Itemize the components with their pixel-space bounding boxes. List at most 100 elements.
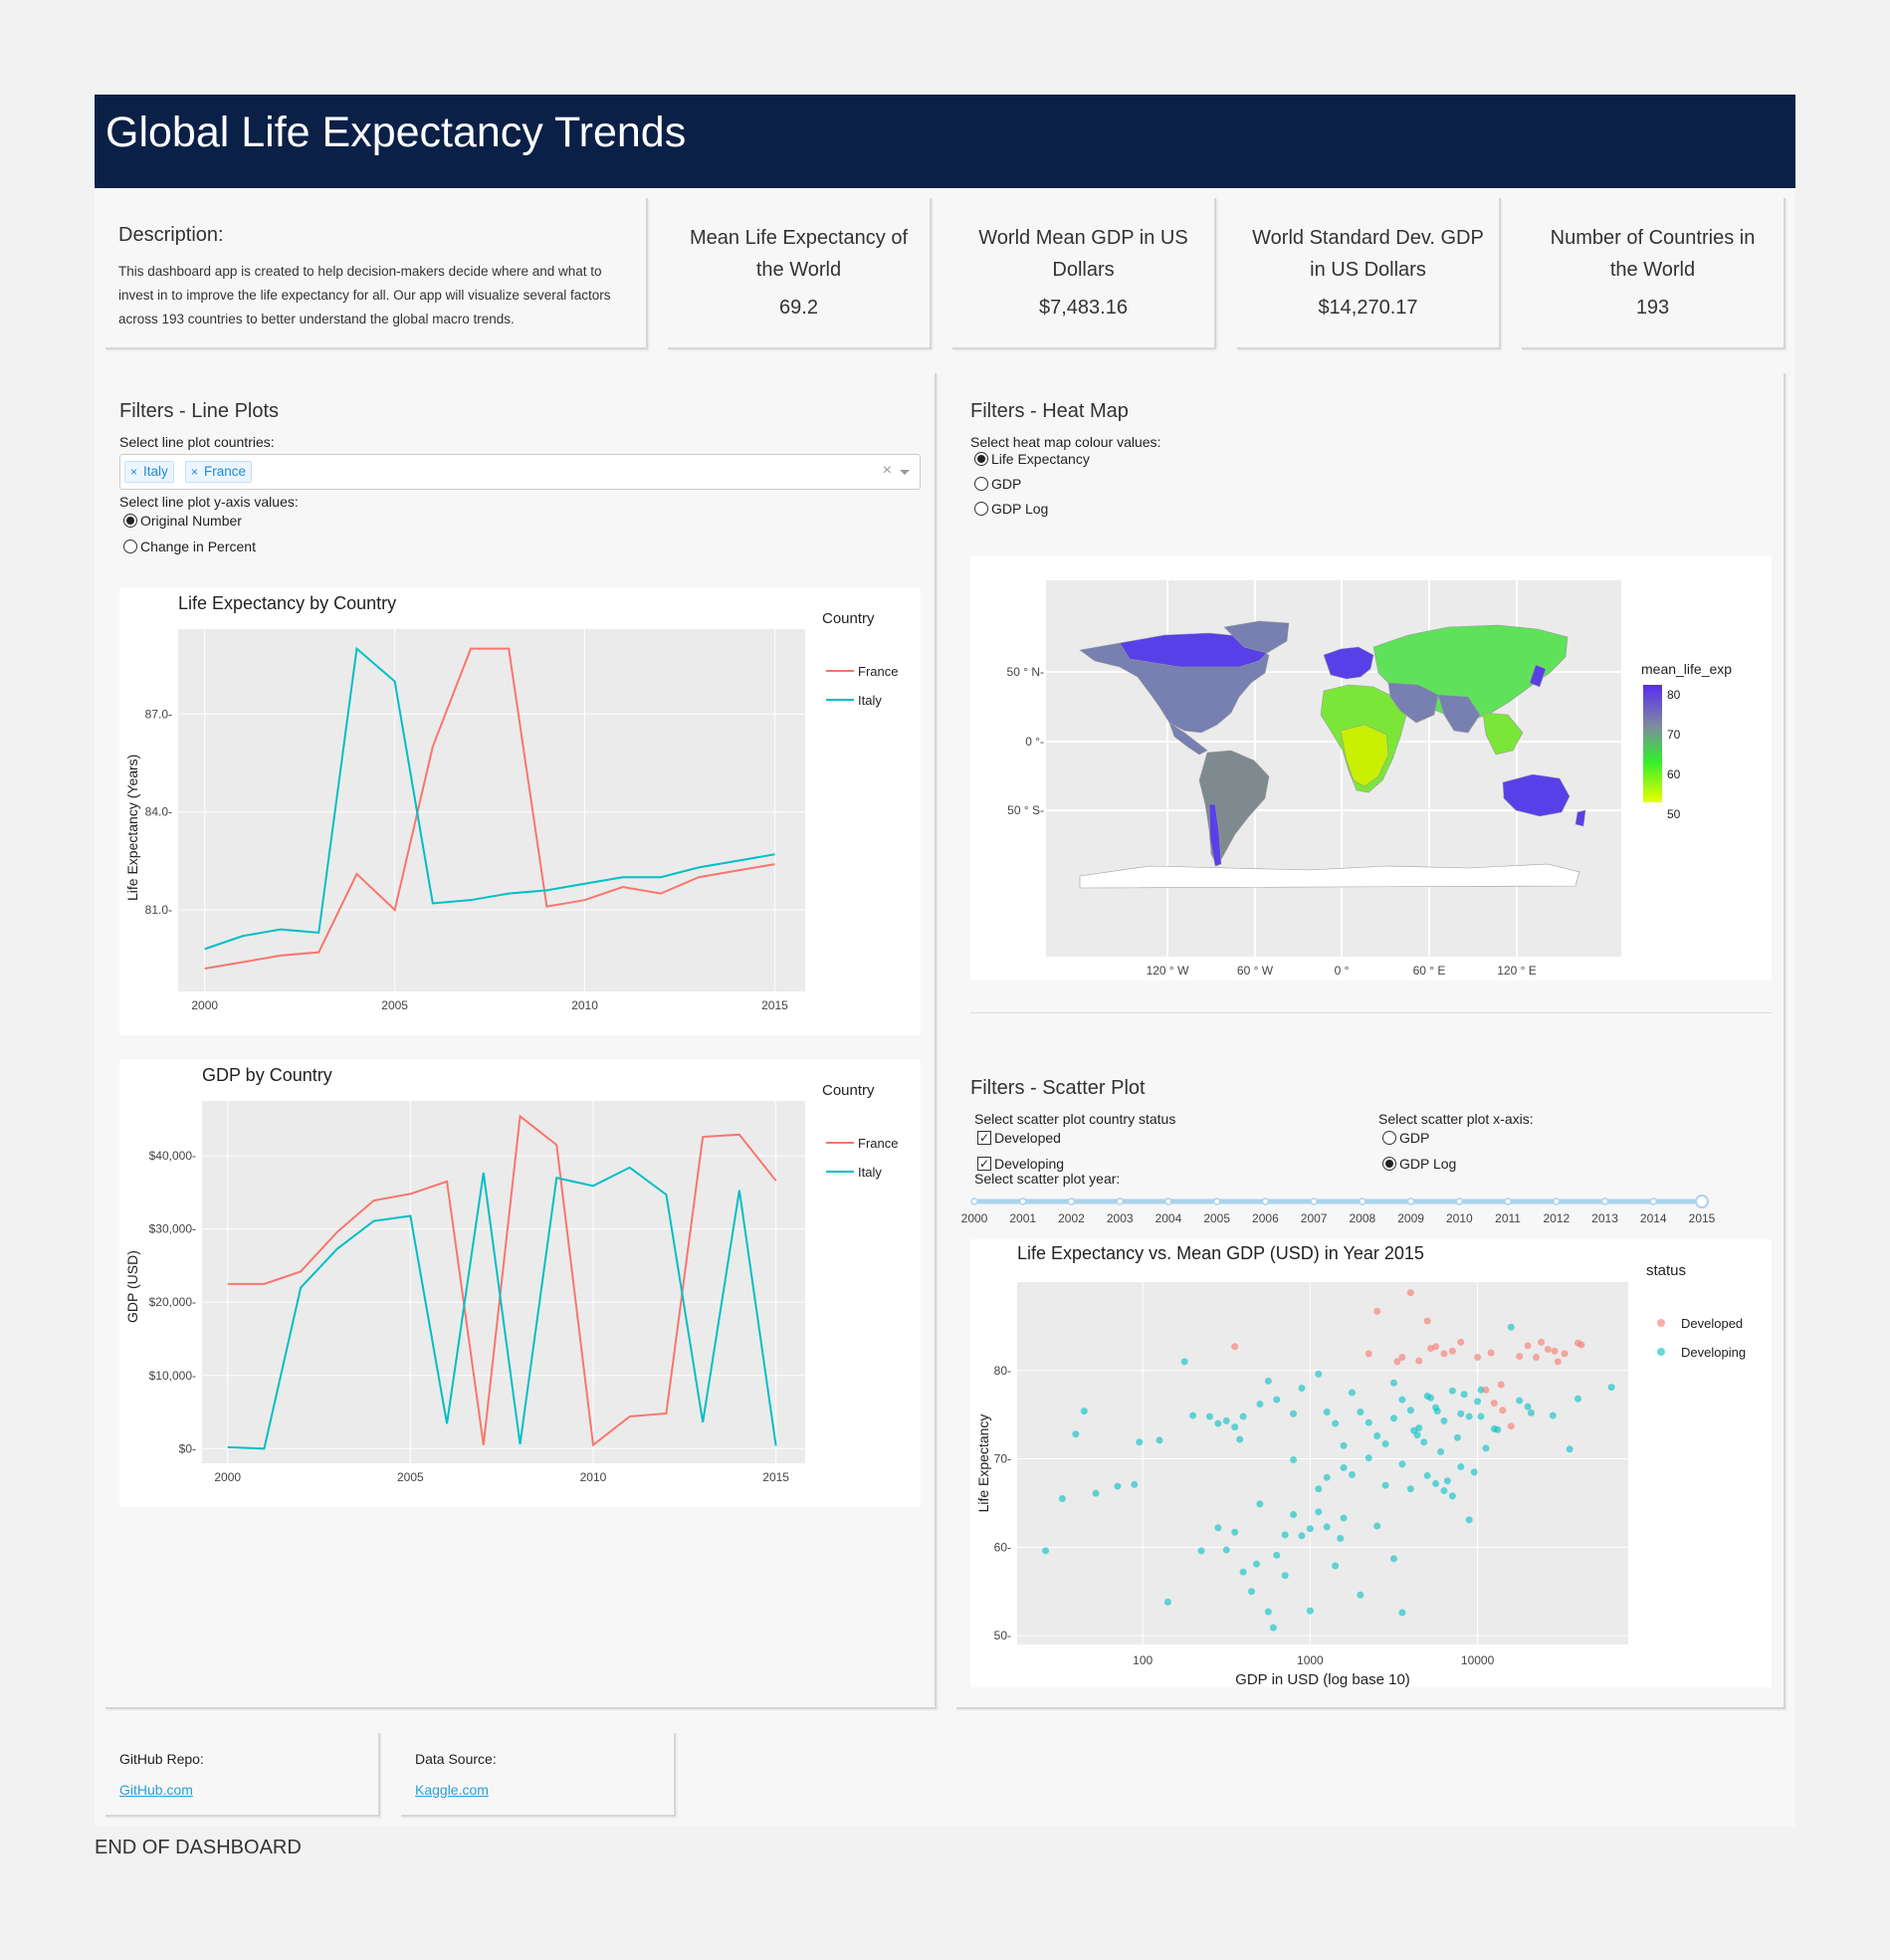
y-axis-label: Life Expectancy (Years)	[124, 755, 140, 901]
slider-tick[interactable]	[1359, 1198, 1366, 1205]
radio-change-percent[interactable]: Change in Percent	[123, 539, 256, 554]
map-x-tick-labels: 120 ° W 60 ° W 0 ° 60 ° E 120 ° E	[1147, 964, 1537, 978]
point-developed	[1554, 1358, 1562, 1366]
gdp-svg: GDP by Country 2000 2005 2010 2015 $0- $10,0…	[124, 1065, 898, 1484]
slider-year-label[interactable]: 2000	[961, 1211, 988, 1225]
slider-year-label[interactable]: 2001	[1009, 1211, 1036, 1225]
point-developing	[1323, 1473, 1331, 1481]
x-tick-label: 2010	[571, 998, 598, 1012]
slider-tick[interactable]	[1018, 1198, 1027, 1205]
slider-tick[interactable]	[1212, 1198, 1221, 1205]
slider-tick[interactable]	[1067, 1198, 1076, 1205]
point-developing	[1042, 1547, 1050, 1555]
radio-unselected-icon[interactable]	[123, 540, 137, 553]
stat-value: $7,483.16	[1039, 297, 1128, 319]
tag-italy[interactable]: × Italy	[124, 461, 174, 483]
slider-tick[interactable]	[1600, 1198, 1609, 1205]
y-tick-label: $30,000-	[149, 1222, 196, 1236]
checkbox-developed[interactable]: ✓ Developed	[977, 1130, 1061, 1146]
tag-label: France	[204, 464, 247, 479]
y-tick-labels: 50- 60- 70- 80-	[994, 1364, 1011, 1642]
point-developing	[1256, 1500, 1264, 1508]
slider-year-label[interactable]: 2005	[1203, 1211, 1230, 1225]
slider-year-label[interactable]: 2015	[1689, 1211, 1716, 1225]
country-multiselect[interactable]: × Italy × France ×	[119, 454, 921, 490]
slider-year-label[interactable]: 2013	[1591, 1211, 1618, 1225]
radio-original-number[interactable]: Original Number	[123, 513, 242, 529]
slider-tick[interactable]	[1164, 1198, 1172, 1205]
slider-tick[interactable]	[970, 1198, 978, 1205]
slider-year-label[interactable]: 2010	[1446, 1211, 1473, 1225]
slider-year-label[interactable]: 2007	[1301, 1211, 1328, 1225]
world-heat-map[interactable]: 50 ° N- 0 °- 50 ° S- 120 ° W 60 ° W 0 ° …	[970, 555, 1772, 980]
slider-year-label[interactable]: 2014	[1640, 1211, 1667, 1225]
colorbar-tick-70: 70	[1667, 728, 1681, 742]
year-slider[interactable]: 2000 2001 2002 2003 2004 2005 2006 2007 2008 2009…	[956, 1190, 1785, 1229]
radio-selected-icon[interactable]	[974, 452, 988, 466]
point-developing	[1440, 1487, 1448, 1495]
point-developing	[1222, 1546, 1230, 1554]
slider-tick[interactable]	[1310, 1198, 1318, 1205]
checkbox-checked-icon[interactable]: ✓	[977, 1131, 991, 1145]
slider-year-label[interactable]: 2003	[1107, 1211, 1134, 1225]
slider-tick[interactable]	[1406, 1198, 1415, 1205]
radio-unselected-icon[interactable]	[974, 502, 988, 516]
point-developing	[1365, 1418, 1372, 1426]
radio-gdp-log[interactable]: GDP Log	[974, 501, 1048, 517]
legend-label-developing: Developing	[1681, 1345, 1746, 1360]
radio-gdp[interactable]: GDP	[974, 476, 1021, 492]
slider-tick[interactable]	[1116, 1198, 1124, 1205]
slider-handle[interactable]	[1695, 1195, 1709, 1208]
slider-year-label[interactable]: 2002	[1058, 1211, 1085, 1225]
x-tick-label: 1000	[1297, 1653, 1324, 1667]
point-developing	[1231, 1528, 1239, 1536]
radio-label: Change in Percent	[140, 539, 256, 554]
github-link[interactable]: GitHub.com	[119, 1782, 193, 1798]
radio-selected-icon[interactable]	[1382, 1157, 1396, 1171]
github-label: GitHub Repo:	[119, 1751, 204, 1767]
stat-value: $14,270.17	[1318, 297, 1418, 319]
clear-all-icon[interactable]: ×	[883, 462, 892, 480]
slider-year-label[interactable]: 2011	[1495, 1211, 1521, 1225]
slider-tick[interactable]	[1504, 1198, 1512, 1205]
point-developing	[1348, 1389, 1356, 1397]
point-developing	[1457, 1463, 1465, 1471]
data-source-link[interactable]: Kaggle.com	[415, 1782, 489, 1798]
slider-year-label[interactable]: 2006	[1252, 1211, 1279, 1225]
chevron-down-icon[interactable]	[900, 470, 910, 475]
slider-tick[interactable]	[1649, 1198, 1658, 1205]
radio-selected-icon[interactable]	[123, 514, 137, 528]
radio-x-gdp[interactable]: GDP	[1382, 1130, 1429, 1146]
life-expectancy-line-chart: Life Expectancy by Country 2000 2005 2010 2…	[119, 587, 921, 1035]
y-tick-label: 81.0-	[145, 903, 172, 917]
slider-tick[interactable]	[1553, 1198, 1561, 1205]
chart-title: Life Expectancy vs. Mean GDP (USD) in Ye…	[1017, 1243, 1424, 1263]
slider-year-label[interactable]: 2012	[1543, 1211, 1570, 1225]
y-tick-label: 60-	[994, 1540, 1011, 1554]
tag-france[interactable]: × France	[185, 461, 253, 483]
radio-x-gdp-log[interactable]: GDP Log	[1382, 1156, 1456, 1172]
stat-card-std-gdp: World Standard Dev. GDP in US Dollars $1…	[1237, 198, 1501, 349]
remove-tag-icon[interactable]: ×	[191, 462, 198, 482]
slider-year-label[interactable]: 2008	[1350, 1211, 1376, 1225]
slider-year-label[interactable]: 2004	[1155, 1211, 1182, 1225]
point-developed	[1561, 1350, 1569, 1358]
point-developing	[1607, 1384, 1615, 1392]
point-developing	[1189, 1412, 1197, 1419]
radio-label: Original Number	[140, 513, 242, 529]
radio-life-expectancy[interactable]: Life Expectancy	[974, 451, 1090, 467]
checkbox-developing[interactable]: ✓ Developing	[977, 1156, 1064, 1172]
slider-tick[interactable]	[1455, 1198, 1464, 1205]
remove-tag-icon[interactable]: ×	[130, 462, 137, 482]
radio-unselected-icon[interactable]	[1382, 1131, 1396, 1145]
slider-tick[interactable]	[1261, 1198, 1270, 1205]
point-developing	[1114, 1482, 1122, 1490]
point-developing	[1389, 1415, 1397, 1422]
data-source-label: Data Source:	[415, 1751, 497, 1767]
slider-year-label[interactable]: 2009	[1397, 1211, 1424, 1225]
point-developing	[1136, 1438, 1144, 1446]
year-slider-svg[interactable]: 2000 2001 2002 2003 2004 2005 2006 2007 2008 2009…	[956, 1190, 1785, 1229]
point-developing	[1357, 1409, 1365, 1416]
checkbox-checked-icon[interactable]: ✓	[977, 1157, 991, 1171]
radio-unselected-icon[interactable]	[974, 477, 988, 491]
